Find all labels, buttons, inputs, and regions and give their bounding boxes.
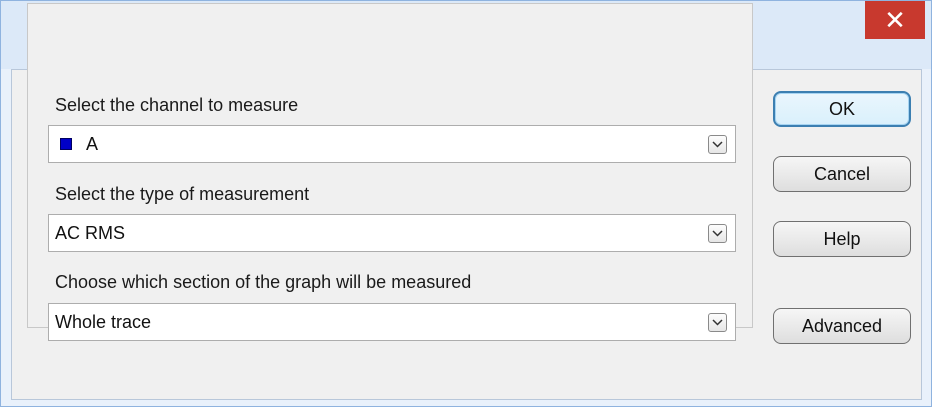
measurement-type-label: Select the type of measurement xyxy=(55,184,310,204)
cancel-button[interactable]: Cancel xyxy=(773,156,911,192)
measurement-type-dropdown[interactable]: AC RMS xyxy=(48,214,736,252)
channel-color-swatch xyxy=(60,138,72,150)
channel-dropdown-value: A xyxy=(86,134,99,154)
advanced-button[interactable]: Advanced xyxy=(773,308,911,344)
graph-section-dropdown[interactable]: Whole trace xyxy=(48,303,736,341)
help-button[interactable]: Help xyxy=(773,221,911,257)
chevron-down-icon[interactable] xyxy=(708,224,727,243)
edit-measurement-dialog: Edit Measurement ✕ Select the channel to… xyxy=(0,0,932,407)
close-button[interactable]: ✕ xyxy=(865,1,925,39)
channel-dropdown[interactable]: A xyxy=(48,125,736,163)
measurement-type-value: AC RMS xyxy=(55,223,126,243)
close-icon: ✕ xyxy=(884,4,906,35)
channel-label: Select the channel to measure xyxy=(55,95,299,115)
ok-button[interactable]: OK xyxy=(773,91,911,127)
chevron-down-icon[interactable] xyxy=(708,313,727,332)
chevron-down-icon[interactable] xyxy=(708,135,727,154)
graph-section-label: Choose which section of the graph will b… xyxy=(55,272,472,292)
graph-section-value: Whole trace xyxy=(55,312,152,332)
